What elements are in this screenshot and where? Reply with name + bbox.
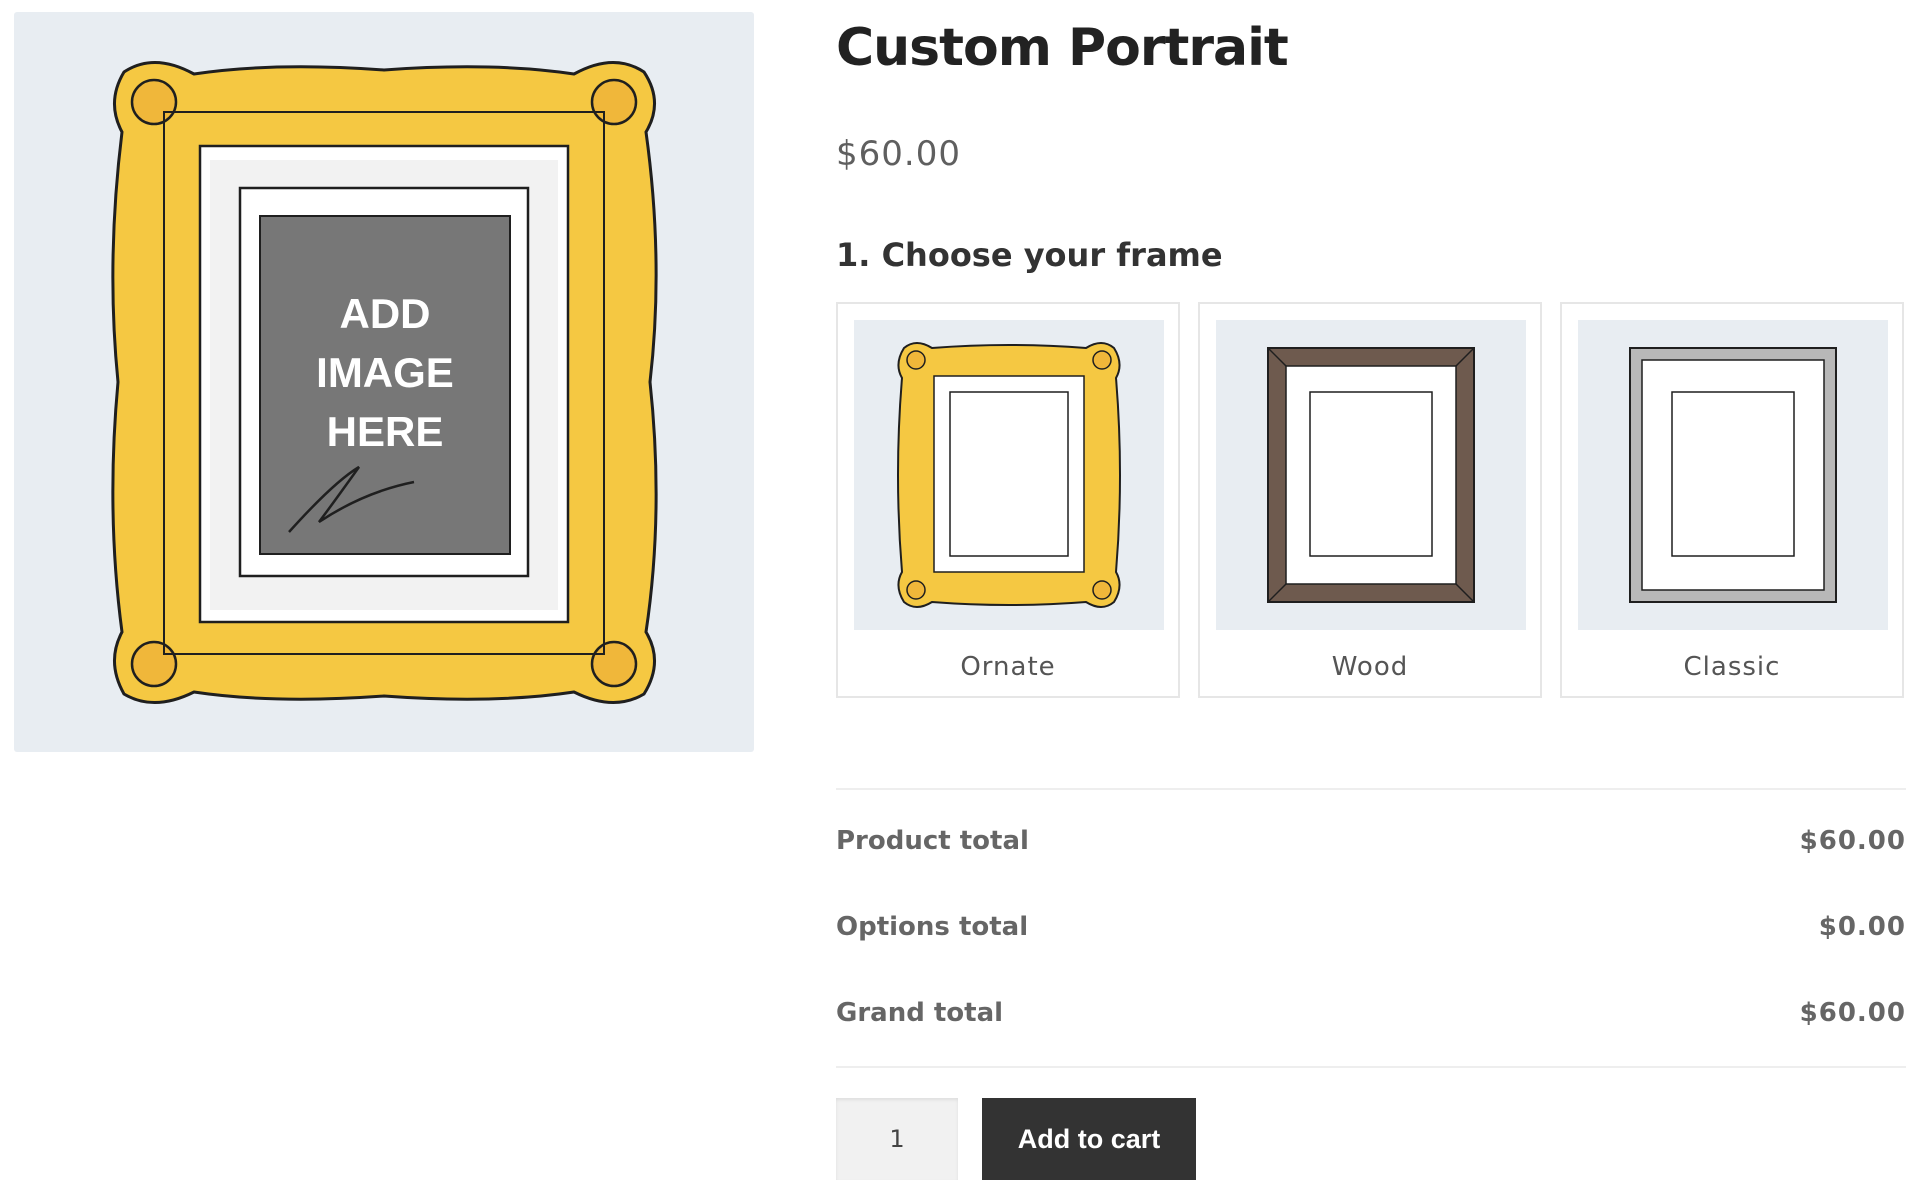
- frame-options: Ornate Wood Classic: [836, 302, 1906, 700]
- frame-step-heading: 1. Choose your frame: [836, 236, 1223, 274]
- classic-frame-thumb: [1578, 320, 1888, 630]
- frame-option-ornate[interactable]: Ornate: [836, 302, 1180, 698]
- image-placeholder-text: ADD IMAGE HERE: [260, 284, 510, 461]
- classic-frame-icon: [1629, 347, 1837, 603]
- add-to-cart-button[interactable]: Add to cart: [982, 1098, 1196, 1180]
- options-total-row: Options total $0.00: [836, 912, 1906, 952]
- product-total-value: $60.00: [1799, 826, 1906, 856]
- ornate-frame-thumb: [854, 320, 1164, 630]
- product-image: ADD IMAGE HERE: [14, 12, 754, 752]
- placeholder-line-2: IMAGE: [316, 349, 454, 396]
- grand-total-label: Grand total: [836, 998, 1004, 1028]
- grand-total-value: $60.00: [1799, 998, 1906, 1028]
- frame-option-label: Wood: [1331, 652, 1409, 682]
- product-title: Custom Portrait: [836, 18, 1289, 78]
- frame-option-classic[interactable]: Classic: [1560, 302, 1904, 698]
- frame-option-label: Classic: [1683, 652, 1781, 682]
- wood-frame-icon: [1267, 347, 1475, 603]
- totals-top-divider: [836, 788, 1906, 790]
- wood-frame-thumb: [1216, 320, 1526, 630]
- frame-option-wood[interactable]: Wood: [1198, 302, 1542, 698]
- totals-bottom-divider: [836, 1066, 1906, 1068]
- product-total-label: Product total: [836, 826, 1029, 856]
- grand-total-row: Grand total $60.00: [836, 998, 1906, 1038]
- product-total-row: Product total $60.00: [836, 826, 1906, 866]
- quantity-input[interactable]: [836, 1098, 958, 1180]
- ornate-frame-icon: [897, 342, 1121, 608]
- options-total-label: Options total: [836, 912, 1029, 942]
- frame-option-label: Ornate: [960, 652, 1056, 682]
- product-price: $60.00: [836, 134, 961, 174]
- options-total-value: $0.00: [1818, 912, 1906, 942]
- product-summary: Custom Portrait $60.00 1. Choose your fr…: [836, 0, 1906, 1190]
- placeholder-line-1: ADD: [339, 290, 431, 337]
- placeholder-line-3: HERE: [326, 408, 444, 455]
